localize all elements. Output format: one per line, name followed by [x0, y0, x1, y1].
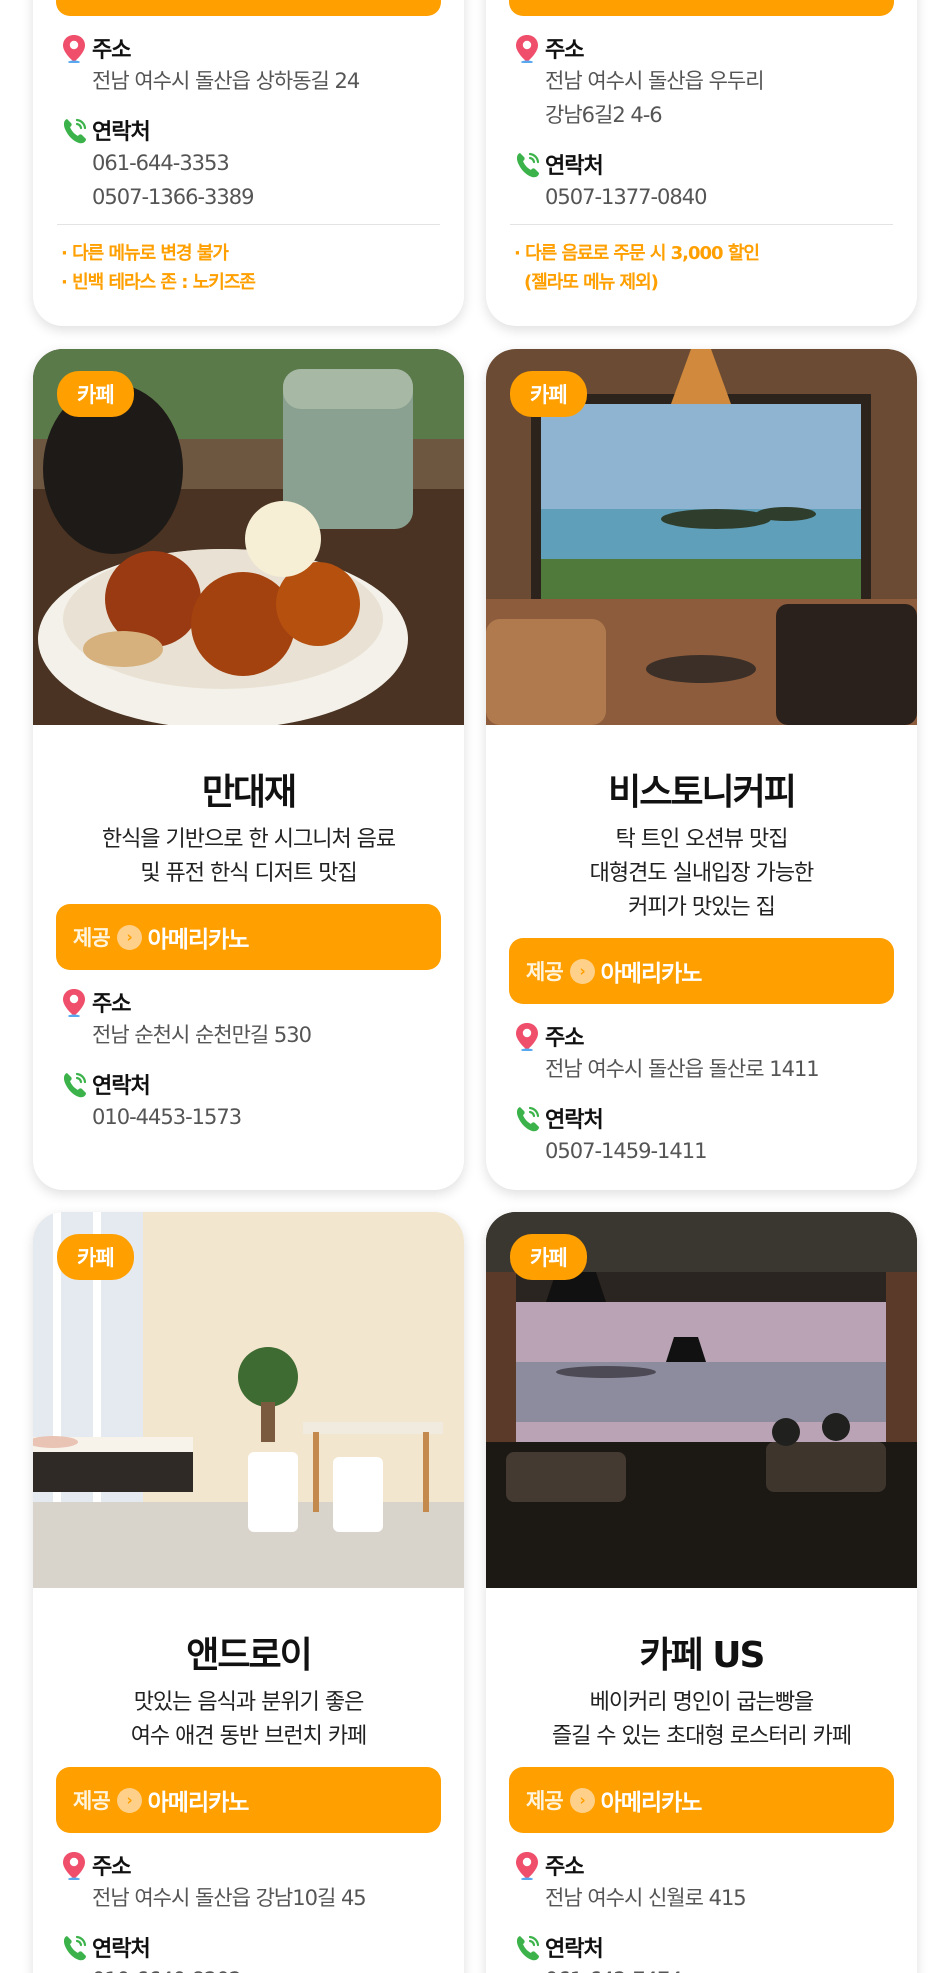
- cafe-name: 비스토니커피: [608, 772, 797, 813]
- address-heading: 주소: [61, 1849, 440, 1881]
- note-text: · 다른 메뉴로 변경 불가: [61, 243, 229, 264]
- cafe-name: 만대재: [201, 772, 297, 813]
- phone-number[interactable]: 061-644-3353: [61, 146, 440, 180]
- cafe-description-line: 여수 애견 동반 브런치 카페: [130, 1724, 368, 1749]
- offer-item: 아메리카노: [600, 1790, 703, 1816]
- location-pin-icon: [63, 35, 85, 63]
- chevron-right-icon: ›: [569, 1787, 595, 1813]
- cafe-name: 앤드로이: [186, 1635, 312, 1676]
- phone-number[interactable]: 0507-1377-0840: [514, 180, 893, 214]
- offer-bar: 제공 › 아메리카노: [56, 904, 441, 970]
- offer-label: 제공: [73, 926, 111, 950]
- location-pin-icon: [63, 1852, 85, 1880]
- address-text: 전남 여수시 돌산읍 강남10길 45: [92, 1886, 367, 1910]
- address-heading: 주소: [514, 32, 893, 64]
- category-badge: 카페: [57, 1234, 134, 1280]
- category-badge: 카페: [57, 371, 134, 417]
- offer-label: 제공: [526, 960, 564, 984]
- offer-label: 제공: [526, 1789, 564, 1813]
- cafe-description-line: 맛있는 음식과 분위기 좋은: [133, 1690, 365, 1715]
- phone-number[interactable]: 0507-1366-3389: [61, 180, 440, 214]
- cafe-description-line: 한식을 기반으로 한 시그니처 음료: [101, 827, 396, 852]
- cafe-photo: 카페: [33, 1212, 464, 1588]
- contact-heading: 연락처: [514, 1102, 893, 1134]
- contact-heading: 연락처: [514, 1931, 893, 1963]
- cafe-photo: 카페: [33, 349, 464, 725]
- phone-number[interactable]: 010-6640-8202: [61, 1963, 440, 1973]
- phone-icon: [515, 151, 540, 179]
- cafe-description-line: 대형견도 실내입장 가능한: [589, 861, 815, 886]
- offer-item: 아메리카노: [600, 961, 703, 987]
- offer-bar: 제공 › 아메리카노: [509, 1767, 894, 1833]
- offer-bar-partial: [509, 0, 894, 16]
- cafe-card-top-left: 주소 전남 여수시 돌산읍 상하동길 24 연락처 061-644-3353 0…: [33, 0, 464, 326]
- offer-item: 아메리카노: [147, 1790, 250, 1816]
- offer-bar-partial: [56, 0, 441, 16]
- phone-icon: [62, 1071, 87, 1099]
- address-text: 전남 여수시 돌산읍 돌산로 1411: [545, 1057, 820, 1081]
- cafe-card-andeuroi[interactable]: 카페 앤드로이 맛있는 음식과 분위기 좋은 여수 애견 동반 브런치 카페 제…: [33, 1212, 464, 1973]
- cafe-description-line: 즐길 수 있는 초대형 로스터리 카페: [551, 1724, 852, 1749]
- cafe-photo: 카페: [486, 349, 917, 725]
- cafe-card-mandaejae[interactable]: 카페 만대재 한식을 기반으로 한 시그니처 음료 및 퓨전 한식 디저트 맛집…: [33, 349, 464, 1190]
- contact-heading: 연락처: [61, 1068, 440, 1100]
- location-pin-icon: [516, 35, 538, 63]
- address-heading: 주소: [514, 1020, 893, 1052]
- phone-number[interactable]: 010-4453-1573: [61, 1100, 440, 1134]
- address-text: 전남 순천시 순천만길 530: [92, 1023, 312, 1047]
- location-pin-icon: [63, 989, 85, 1017]
- offer-bar: 제공 › 아메리카노: [56, 1767, 441, 1833]
- contact-heading: 연락처: [514, 148, 893, 180]
- cafe-name: 카페 US: [639, 1635, 766, 1676]
- address-text: 강남6길2 4-6: [545, 103, 663, 127]
- phone-number[interactable]: 061-642-7474: [514, 1963, 893, 1973]
- phone-number[interactable]: 0507-1459-1411: [514, 1134, 893, 1168]
- location-pin-icon: [516, 1852, 538, 1880]
- category-badge: 카페: [510, 371, 587, 417]
- phone-icon: [62, 117, 87, 145]
- cafe-photo: 카페: [486, 1212, 917, 1588]
- cafe-card-bistony-coffee[interactable]: 카페 비스토니커피 탁 트인 오션뷰 맛집 대형견도 실내입장 가능한 커피가 …: [486, 349, 917, 1190]
- chevron-right-icon: ›: [116, 924, 142, 950]
- cafe-description-line: 탁 트인 오션뷰 맛집: [615, 827, 789, 852]
- note-text: · 빈백 테라스 존 : 노키즈존: [61, 272, 256, 293]
- chevron-right-icon: ›: [116, 1787, 142, 1813]
- location-pin-icon: [516, 1023, 538, 1051]
- note-text: (젤라또 메뉴 제외): [524, 272, 659, 293]
- cafe-card-top-right: 주소 전남 여수시 돌산읍 우두리 강남6길2 4-6 연락처 0507-137…: [486, 0, 917, 326]
- phone-icon: [515, 1105, 540, 1133]
- address-text: 전남 여수시 돌산읍 상하동길 24: [92, 69, 360, 93]
- chevron-right-icon: ›: [569, 958, 595, 984]
- category-badge: 카페: [510, 1234, 587, 1280]
- address-heading: 주소: [61, 986, 440, 1018]
- phone-icon: [62, 1934, 87, 1962]
- address-text: 전남 여수시 신월로 415: [545, 1886, 747, 1910]
- address-heading: 주소: [61, 32, 440, 64]
- contact-heading: 연락처: [61, 1931, 440, 1963]
- cafe-description-line: 커피가 맛있는 집: [628, 895, 776, 920]
- cafe-card-cafe-us[interactable]: 카페 카페 US 베이커리 명인이 굽는빵을 즐길 수 있는 초대형 로스터리 …: [486, 1212, 917, 1973]
- phone-icon: [515, 1934, 540, 1962]
- offer-bar: 제공 › 아메리카노: [509, 938, 894, 1004]
- cafe-description-line: 및 퓨전 한식 디저트 맛집: [140, 861, 357, 886]
- note-text: · 다른 음료로 주문 시 3,000 할인: [514, 243, 760, 264]
- cafe-description-line: 베이커리 명인이 굽는빵을: [589, 1690, 815, 1715]
- offer-label: 제공: [73, 1789, 111, 1813]
- address-heading: 주소: [514, 1849, 893, 1881]
- offer-item: 아메리카노: [147, 927, 250, 953]
- address-text: 전남 여수시 돌산읍 우두리: [545, 69, 765, 93]
- contact-heading: 연락처: [61, 114, 440, 146]
